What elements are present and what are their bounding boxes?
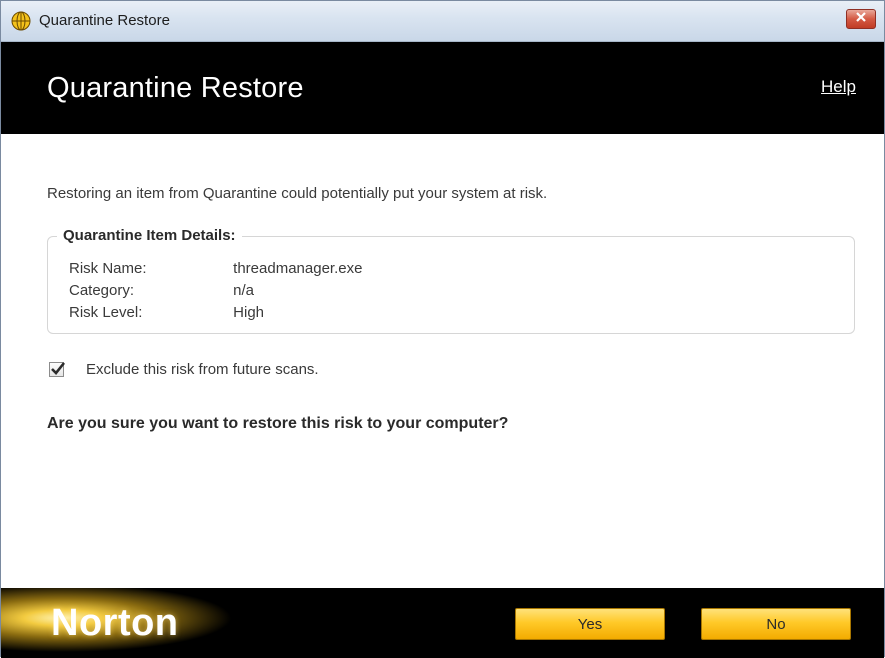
no-button[interactable]: No bbox=[701, 608, 851, 640]
dialog-footer: Norton Yes No bbox=[1, 588, 884, 658]
quarantine-restore-window: Quarantine Restore Quarantine Restore He… bbox=[0, 0, 885, 658]
detail-value: threadmanager.exe bbox=[233, 260, 363, 277]
detail-row-category: Category: n/a bbox=[69, 282, 254, 299]
confirmation-question: Are you sure you want to restore this ri… bbox=[47, 415, 509, 432]
exclude-checkbox[interactable] bbox=[49, 361, 66, 377]
exclude-option: Exclude this risk from future scans. bbox=[49, 359, 319, 379]
dialog-header: Quarantine Restore Help bbox=[1, 42, 884, 134]
title-bar: Quarantine Restore bbox=[1, 1, 884, 42]
detail-value: High bbox=[233, 304, 265, 321]
close-icon bbox=[855, 10, 867, 28]
detail-row-risk-level: Risk Level: High bbox=[69, 304, 264, 321]
page-title: Quarantine Restore bbox=[47, 72, 304, 104]
item-details-heading: Quarantine Item Details: bbox=[57, 227, 242, 244]
detail-row-risk-name: Risk Name: threadmanager.exe bbox=[69, 260, 362, 277]
detail-label: Risk Name: bbox=[69, 260, 147, 277]
brand-logo-text: Norton bbox=[51, 602, 179, 644]
detail-label: Risk Level: bbox=[69, 304, 143, 321]
globe-icon bbox=[11, 11, 31, 31]
close-button[interactable] bbox=[846, 9, 876, 29]
exclude-label[interactable]: Exclude this risk from future scans. bbox=[86, 361, 319, 378]
help-link[interactable]: Help bbox=[821, 77, 856, 97]
norton-logo: Norton bbox=[1, 588, 261, 658]
detail-label: Category: bbox=[69, 282, 135, 299]
yes-button[interactable]: Yes bbox=[515, 608, 665, 640]
window-title: Quarantine Restore bbox=[39, 12, 170, 29]
warning-message: Restoring an item from Quarantine could … bbox=[47, 185, 548, 202]
detail-value: n/a bbox=[233, 282, 255, 299]
